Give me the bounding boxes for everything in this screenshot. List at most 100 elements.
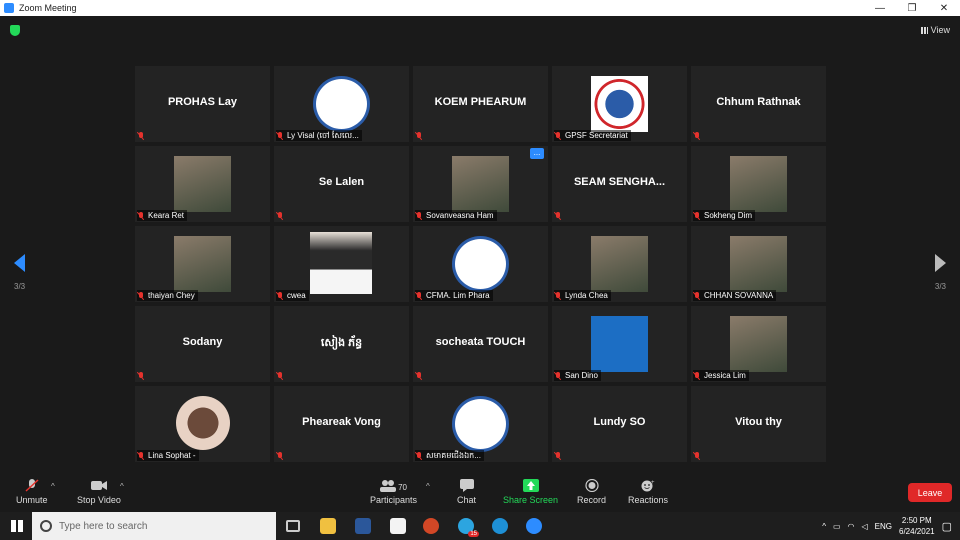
system-tray: ^ ▭ ◠ ◁ ENG 2:50 PM 6/24/2021 ▢ [822,512,952,540]
participant-name: Vitou thy [735,416,782,428]
participant-label-text: CHHAN SOVANNA [704,291,774,300]
participant-name: សៀង ភ័ន្ធ [320,337,363,349]
document-icon[interactable] [390,518,406,534]
muted-mic-icon [277,211,283,220]
participant-tile[interactable]: San Dino [552,306,687,382]
task-view-icon[interactable] [286,520,300,532]
clock[interactable]: 2:50 PM 6/24/2021 [899,515,935,537]
share-screen-label: Share Screen [503,495,559,505]
participant-label: Sovanveasna Ham [415,210,497,221]
participant-tile[interactable]: Keara Ret [135,146,270,222]
participant-tile[interactable]: CFMA. Lim Phara [413,226,548,302]
participant-avatar [591,316,648,372]
minimize-button[interactable]: — [864,0,896,16]
participant-label [137,370,151,381]
participant-tile[interactable]: សៀង ភ័ន្ធ [274,306,409,382]
security-shield-icon[interactable] [10,25,20,36]
previous-page-arrow-icon[interactable] [14,254,25,272]
participant-avatar [452,156,509,212]
participant-avatar [730,316,787,372]
zoom-taskbar-icon[interactable] [526,518,542,534]
participant-avatar [730,156,787,212]
close-button[interactable]: ✕ [928,0,960,16]
participant-tile[interactable]: Jessica Lim [691,306,826,382]
participant-tile[interactable]: thaiyan Chey [135,226,270,302]
page-indicator-left: 3/3 [14,282,26,291]
chat-icon [459,479,474,492]
next-page-arrow-icon[interactable] [935,254,946,272]
participant-tile[interactable]: Se Lalen [274,146,409,222]
participant-tile[interactable]: Lina Sophat - [135,386,270,462]
share-screen-button[interactable]: Share Screen [503,479,558,505]
participant-label-text: Lynda Chea [565,291,608,300]
maximize-button[interactable]: ❐ [896,0,928,16]
participant-avatar [452,236,509,292]
view-label: View [930,25,950,35]
participant-name: PROHAS Lay [167,96,238,108]
smiley-plus-icon: + [641,480,655,492]
view-button[interactable]: View [920,25,950,35]
muted-mic-icon [138,291,144,300]
participant-tile[interactable]: Sodany [135,306,270,382]
participants-options-caret[interactable]: ^ [426,482,430,491]
telegram-icon[interactable]: 15 [458,518,479,537]
tray-chevron-icon[interactable]: ^ [822,522,826,531]
participant-tile[interactable]: សមាគមជើងឯក... [413,386,548,462]
reactions-button[interactable]: + Reactions [628,479,668,505]
participant-label [276,370,290,381]
muted-mic-icon [416,291,422,300]
participant-tile[interactable]: PROHAS Lay [135,66,270,142]
muted-mic-icon [555,371,561,380]
record-label: Record [577,495,607,505]
window-title: Zoom Meeting [19,3,77,13]
taskbar-search-box[interactable]: Type here to search [32,512,276,540]
powerpoint-icon[interactable] [423,518,439,534]
participant-tile[interactable]: SEAM SENGHA... [552,146,687,222]
participants-button[interactable]: 70 Participants [370,479,417,505]
stop-video-button[interactable]: Stop Video [77,479,121,505]
participant-tile[interactable]: Lynda Chea [552,226,687,302]
record-button[interactable]: Record [577,479,606,505]
participant-label [693,450,707,461]
participant-tile[interactable]: Sovanveasna Ham... [413,146,548,222]
leave-button[interactable]: Leave [908,483,952,502]
participant-tile[interactable]: socheata TOUCH [413,306,548,382]
participant-tile[interactable]: Ly Visal (ចៅ សែលេ... [274,66,409,142]
participant-tile[interactable]: Chhum Rathnak [691,66,826,142]
battery-icon[interactable]: ▭ [833,522,841,531]
more-options-button[interactable]: ... [530,148,544,159]
participant-tile[interactable]: CHHAN SOVANNA [691,226,826,302]
meeting-toolbar: Unmute ^ Stop Video ^ 70 Participants ^ … [0,471,960,512]
language-indicator[interactable]: ENG [875,522,892,531]
participant-tile[interactable]: Lundy SO [552,386,687,462]
unmute-button[interactable]: Unmute [16,479,48,505]
participant-label: សមាគមជើងឯក... [415,450,484,461]
edge-icon[interactable] [492,518,508,534]
wifi-icon[interactable]: ◠ [848,522,855,531]
participant-tile[interactable]: GPSF Secretariat [552,66,687,142]
muted-mic-icon [138,131,144,140]
participant-avatar [176,396,230,450]
volume-icon[interactable]: ◁ [862,522,868,531]
participant-name: Lundy SO [593,416,646,428]
participant-name: Chhum Rathnak [716,96,801,108]
notification-icon[interactable]: ▢ [942,520,952,533]
participant-tile[interactable]: Vitou thy [691,386,826,462]
participant-tile[interactable]: Sokheng Dim [691,146,826,222]
muted-mic-icon [694,371,700,380]
participant-label: cwea [276,290,309,301]
participant-tile[interactable]: Phea­reak Vong [274,386,409,462]
participant-avatar [313,76,370,132]
video-options-caret[interactable]: ^ [120,482,124,491]
participant-label: San Dino [554,370,601,381]
file-explorer-icon[interactable] [320,518,336,534]
audio-options-caret[interactable]: ^ [51,482,55,491]
record-icon [584,479,599,492]
participant-label-text: cwea [287,291,306,300]
windows-start-icon[interactable] [11,520,23,532]
chat-button[interactable]: Chat [457,479,476,505]
chat-label: Chat [457,495,477,505]
word-icon[interactable] [355,518,371,534]
participant-tile[interactable]: KOEM PHEARUM [413,66,548,142]
participant-tile[interactable]: cwea [274,226,409,302]
